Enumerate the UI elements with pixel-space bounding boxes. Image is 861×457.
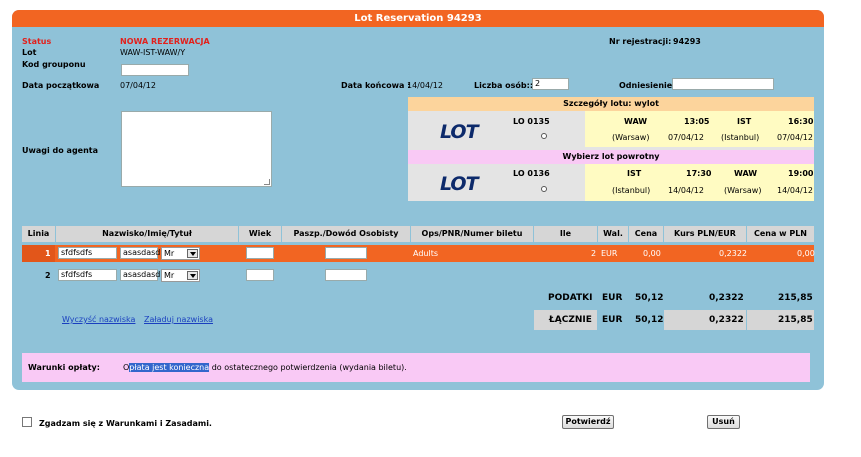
status-value: NOWA REZERWACJA — [120, 37, 210, 46]
row-price: 0,00 — [643, 249, 661, 258]
return-from: IST — [627, 169, 642, 178]
th-name: Nazwisko/Imię/Tytuł — [56, 226, 238, 242]
firstname-input[interactable]: asasdasd — [120, 247, 160, 259]
title-select-value: Mr — [164, 271, 175, 280]
payment-text: Opłata jest konieczna do ostatecznego po… — [123, 363, 407, 372]
passport-input[interactable] — [325, 247, 367, 259]
row-line-number: 1 — [45, 249, 51, 258]
return-from-date: 14/04/12 — [668, 186, 704, 195]
registration-value: 94293 — [673, 37, 701, 46]
th-rate: Kurs PLN/EUR — [664, 226, 746, 242]
total-price-pln: 215,85 — [778, 315, 813, 325]
return-to-city: (Warsaw) — [724, 186, 762, 195]
firstname-input[interactable]: asasdasd — [120, 269, 160, 281]
outbound-from-date: 07/04/12 — [668, 133, 704, 142]
tax-rate: 0,2322 — [709, 293, 744, 303]
th-price-pln: Cena w PLN — [747, 226, 814, 242]
outbound-to-time: 16:30 — [788, 117, 814, 126]
return-to-date: 14/04/12 — [777, 186, 813, 195]
start-date-value: 07/04/12 — [120, 81, 156, 90]
load-names-link[interactable]: Załaduj nazwiska — [144, 315, 213, 324]
return-code: LO 0136 — [513, 169, 550, 178]
start-date-label: Data początkowa — [22, 81, 100, 90]
tax-label: PODATKI — [548, 293, 593, 303]
age-input[interactable] — [246, 247, 274, 259]
lot-value: WAW-IST-WAW/Y — [120, 48, 186, 57]
th-ops: Ops/PNR/Numer biletu — [411, 226, 533, 242]
outbound-from-time: 13:05 — [684, 117, 710, 126]
row-currency: EUR — [601, 249, 618, 258]
persons-label: Liczba osób:: — [474, 81, 534, 90]
agent-notes-label: Uwagi do agenta — [22, 146, 99, 155]
th-line: Linia — [22, 226, 55, 242]
th-qty: Ile — [534, 226, 597, 242]
th-passport: Paszp./Dowód Osobisty — [282, 226, 410, 242]
end-date-label: Data końcowa : — [341, 81, 411, 90]
payment-text-post: do ostatecznego potwierdzenia (wydania b… — [209, 363, 407, 372]
payment-label: Warunki opłaty: — [28, 363, 100, 372]
registration-label: Nr rejestracji: — [609, 37, 672, 46]
outbound-to-date: 07/04/12 — [777, 133, 813, 142]
outbound-header: Szczegóły lotu: wylot — [408, 97, 814, 111]
total-price: 50,12 — [635, 315, 664, 325]
persons-input[interactable]: 2 — [532, 78, 569, 90]
confirm-button[interactable]: Potwierdź — [562, 415, 614, 429]
group-code-label: Kod grouponu — [22, 60, 86, 69]
agree-label: Zgadzam się z Warunkami i Zasadami. — [39, 419, 212, 428]
reference-input[interactable] — [672, 78, 774, 90]
lot-label: Lot — [22, 48, 37, 57]
return-radio[interactable] — [541, 186, 547, 192]
end-date-value: 14/04/12 — [407, 81, 443, 90]
title-select[interactable]: Mr — [161, 247, 200, 260]
th-currency: Wal. — [598, 226, 628, 242]
surname-input[interactable]: sfdfsdfs — [58, 247, 117, 259]
row-line-number: 2 — [45, 271, 51, 280]
return-to-time: 19:00 — [788, 169, 814, 178]
outbound-from: WAW — [624, 117, 648, 126]
delete-button[interactable]: Usuń — [707, 415, 740, 429]
title-select[interactable]: Mr — [161, 269, 200, 282]
group-code-input[interactable] — [121, 64, 189, 76]
age-input[interactable] — [246, 269, 274, 281]
clear-names-link[interactable]: Wyczyść nazwiska — [62, 315, 135, 324]
row-ops: Adults — [413, 249, 439, 258]
return-header: Wybierz lot powrotny — [408, 150, 814, 164]
title-select-value: Mr — [164, 249, 175, 258]
chevron-down-icon[interactable] — [187, 249, 198, 258]
row-rate: 0,2322 — [719, 249, 747, 258]
chevron-down-icon[interactable] — [187, 271, 198, 280]
th-age: Wiek — [239, 226, 281, 242]
outbound-code: LO 0135 — [513, 117, 550, 126]
tax-price-pln: 215,85 — [778, 293, 813, 303]
page-title: Lot Reservation 94293 — [12, 10, 824, 27]
outbound-to-city: (Istanbul) — [721, 133, 760, 142]
outbound-from-city: (Warsaw) — [612, 133, 650, 142]
th-price: Cena — [629, 226, 663, 242]
outbound-to: IST — [737, 117, 752, 126]
tax-price: 50,12 — [635, 293, 664, 303]
row-price-pln: 0,00 — [797, 249, 815, 258]
payment-text-highlight: płata jest konieczna — [129, 363, 210, 372]
resize-grip-icon[interactable] — [264, 179, 270, 185]
outbound-radio[interactable] — [541, 133, 547, 139]
return-to: WAW — [734, 169, 758, 178]
tax-currency: EUR — [602, 293, 623, 303]
surname-input[interactable]: sfdfsdfs — [58, 269, 117, 281]
total-rate: 0,2322 — [709, 315, 744, 325]
reference-label: Odniesienie: — [619, 81, 676, 90]
status-label: Status — [22, 37, 52, 46]
return-from-city: (Istanbul) — [612, 186, 651, 195]
agent-notes-textarea[interactable] — [121, 111, 272, 187]
row-qty: 2 — [591, 249, 597, 258]
lot-logo-return: LOT — [440, 173, 479, 195]
lot-logo: LOT — [440, 121, 479, 143]
passport-input[interactable] — [325, 269, 367, 281]
total-currency: EUR — [602, 315, 623, 325]
return-from-time: 17:30 — [686, 169, 712, 178]
total-label: ŁĄCZNIE — [549, 315, 592, 325]
agree-checkbox[interactable] — [22, 417, 32, 427]
